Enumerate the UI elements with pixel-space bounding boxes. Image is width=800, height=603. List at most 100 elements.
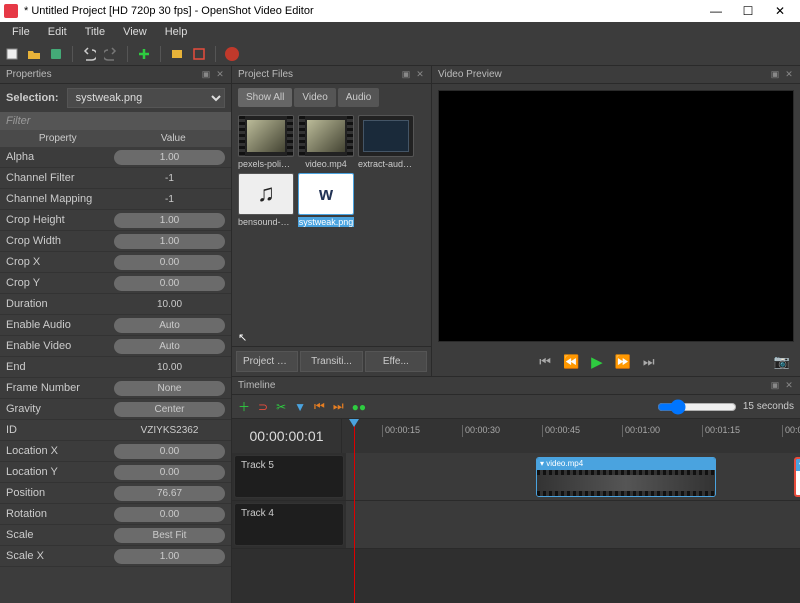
property-value[interactable]: 0.00 <box>114 444 225 459</box>
property-row[interactable]: Location Y0.00 <box>0 462 231 483</box>
project-file-item[interactable]: pexels-polina-ta... <box>238 115 294 169</box>
marker-icon[interactable]: ▼ <box>294 400 306 414</box>
prev-marker-icon[interactable]: ⏮ <box>314 399 325 414</box>
property-row[interactable]: Duration10.00 <box>0 294 231 315</box>
zoom-slider[interactable] <box>657 399 737 415</box>
property-row[interactable]: Frame NumberNone <box>0 378 231 399</box>
property-row[interactable]: GravityCenter <box>0 399 231 420</box>
open-project-icon[interactable] <box>26 46 42 62</box>
property-value[interactable]: None <box>114 381 225 396</box>
minimize-button[interactable]: — <box>700 4 732 18</box>
menu-edit[interactable]: Edit <box>40 24 75 40</box>
add-track-icon[interactable]: ＋ <box>238 398 250 415</box>
timeline-ruler[interactable]: 00:00:1500:00:3000:00:4500:01:0000:01:15… <box>342 419 800 453</box>
tab-project-files[interactable]: Project Fi... <box>236 351 298 372</box>
track-lane[interactable]: ▾ video.mp4 ▾ syst...w <box>346 453 800 500</box>
property-value[interactable]: 76.67 <box>114 486 225 501</box>
maximize-button[interactable]: ☐ <box>732 4 764 18</box>
snap-icon[interactable]: ⊃ <box>258 400 268 414</box>
undock-icon[interactable]: ▣ <box>770 381 780 391</box>
preview-viewport[interactable] <box>438 90 794 342</box>
profile-icon[interactable] <box>169 46 185 62</box>
playhead-icon[interactable] <box>354 419 355 453</box>
play-icon[interactable]: ▶ <box>591 353 603 371</box>
property-row[interactable]: Crop Y0.00 <box>0 273 231 294</box>
undo-icon[interactable] <box>81 46 97 62</box>
property-row[interactable]: Location X0.00 <box>0 441 231 462</box>
property-value[interactable]: 0.00 <box>114 255 225 270</box>
property-value[interactable]: VZIYKS2362 <box>114 423 225 438</box>
property-value[interactable]: 0.00 <box>114 507 225 522</box>
property-value[interactable]: 10.00 <box>114 360 225 375</box>
undock-icon[interactable]: ▣ <box>401 70 411 80</box>
razor-icon[interactable]: ✂ <box>276 400 286 414</box>
property-value[interactable]: 1.00 <box>114 549 225 564</box>
property-row[interactable]: Crop Height1.00 <box>0 210 231 231</box>
property-row[interactable]: Enable AudioAuto <box>0 315 231 336</box>
property-value[interactable]: -1 <box>114 171 225 186</box>
menu-help[interactable]: Help <box>157 24 196 40</box>
property-row[interactable]: Position76.67 <box>0 483 231 504</box>
property-row[interactable]: Rotation0.00 <box>0 504 231 525</box>
property-value[interactable]: Best Fit <box>114 528 225 543</box>
property-row[interactable]: Alpha1.00 <box>0 147 231 168</box>
property-row[interactable]: Crop X0.00 <box>0 252 231 273</box>
close-panel-icon[interactable]: ✕ <box>784 70 794 80</box>
close-panel-icon[interactable]: ✕ <box>784 381 794 391</box>
track-lane[interactable] <box>346 501 800 548</box>
property-value[interactable]: Center <box>114 402 225 417</box>
properties-list[interactable]: Alpha1.00Channel Filter-1Channel Mapping… <box>0 147 231 603</box>
menu-view[interactable]: View <box>115 24 155 40</box>
property-row[interactable]: Scale X1.00 <box>0 546 231 567</box>
property-row[interactable]: Crop Width1.00 <box>0 231 231 252</box>
export-video-icon[interactable] <box>224 46 240 62</box>
project-file-item[interactable]: extract-audio-w... <box>358 115 414 169</box>
property-value[interactable]: 10.00 <box>114 297 225 312</box>
close-panel-icon[interactable]: ✕ <box>215 70 225 80</box>
project-files-grid[interactable]: pexels-polina-ta...video.mp4extract-audi… <box>232 111 431 328</box>
property-row[interactable]: IDVZIYKS2362 <box>0 420 231 441</box>
import-files-icon[interactable] <box>136 46 152 62</box>
redo-icon[interactable] <box>103 46 119 62</box>
jump-start-icon[interactable]: ⏮ <box>539 354 551 370</box>
file-thumbnail[interactable] <box>298 115 354 157</box>
filter-input[interactable]: Filter <box>0 112 231 130</box>
project-file-item[interactable]: video.mp4 <box>298 115 354 169</box>
property-value[interactable]: Auto <box>114 318 225 333</box>
property-row[interactable]: Channel Mapping-1 <box>0 189 231 210</box>
timeline-clip[interactable]: ▾ syst...w <box>794 457 800 497</box>
menu-file[interactable]: File <box>4 24 38 40</box>
tab-transitions[interactable]: Transiti... <box>300 351 362 372</box>
file-thumbnail[interactable]: ♫ <box>238 173 294 215</box>
project-file-item[interactable]: ♫bensound-ukul... <box>238 173 294 227</box>
timeline-clip[interactable]: ▾ video.mp4 <box>536 457 716 497</box>
timeline-tracks[interactable]: Track 5▾ video.mp4▾ syst...wTrack 4 <box>232 453 800 603</box>
close-button[interactable]: ✕ <box>764 4 796 18</box>
property-row[interactable]: Channel Filter-1 <box>0 168 231 189</box>
property-value[interactable]: 0.00 <box>114 276 225 291</box>
property-value[interactable]: Auto <box>114 339 225 354</box>
property-value[interactable]: -1 <box>114 192 225 207</box>
jump-end-icon[interactable]: ⏭ <box>643 354 655 370</box>
property-row[interactable]: Enable VideoAuto <box>0 336 231 357</box>
file-thumbnail[interactable]: w <box>298 173 354 215</box>
save-project-icon[interactable] <box>48 46 64 62</box>
property-value[interactable]: 1.00 <box>114 150 225 165</box>
undock-icon[interactable]: ▣ <box>770 70 780 80</box>
snapshot-icon[interactable]: 📷 <box>774 354 790 370</box>
property-row[interactable]: ScaleBest Fit <box>0 525 231 546</box>
tab-video[interactable]: Video <box>294 88 335 107</box>
fast-forward-icon[interactable]: ⏩ <box>615 354 631 370</box>
menu-title[interactable]: Title <box>77 24 113 40</box>
property-value[interactable]: 1.00 <box>114 234 225 249</box>
project-file-item[interactable]: wsystweak.png <box>298 173 354 227</box>
new-project-icon[interactable] <box>4 46 20 62</box>
property-value[interactable]: 0.00 <box>114 465 225 480</box>
tab-audio[interactable]: Audio <box>338 88 380 107</box>
property-row[interactable]: End10.00 <box>0 357 231 378</box>
track-label[interactable]: Track 4 <box>234 503 344 546</box>
playhead-line[interactable] <box>354 453 355 603</box>
fullscreen-icon[interactable] <box>191 46 207 62</box>
tab-effects[interactable]: Effe... <box>365 351 427 372</box>
file-thumbnail[interactable] <box>358 115 414 157</box>
